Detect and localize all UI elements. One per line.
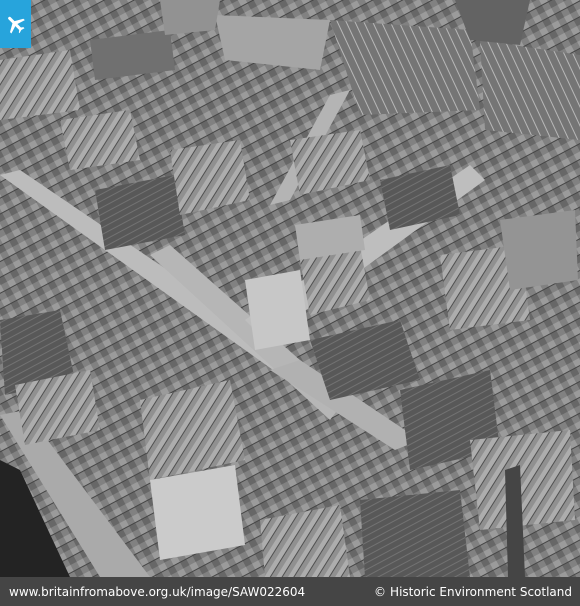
image-viewer: www.britainfromabove.org.uk/image/SAW022… <box>0 0 580 606</box>
copyright-credit: © Historic Environment Scotland <box>374 585 572 599</box>
image-url-link[interactable]: www.britainfromabove.org.uk/image/SAW022… <box>9 585 305 599</box>
copyright-icon: © <box>374 584 387 599</box>
credit-text: Historic Environment Scotland <box>390 584 572 599</box>
britain-from-above-badge[interactable] <box>0 0 31 48</box>
footer-bar: www.britainfromabove.org.uk/image/SAW022… <box>0 577 580 606</box>
airplane-icon <box>7 16 25 34</box>
aerial-photograph <box>0 0 580 577</box>
